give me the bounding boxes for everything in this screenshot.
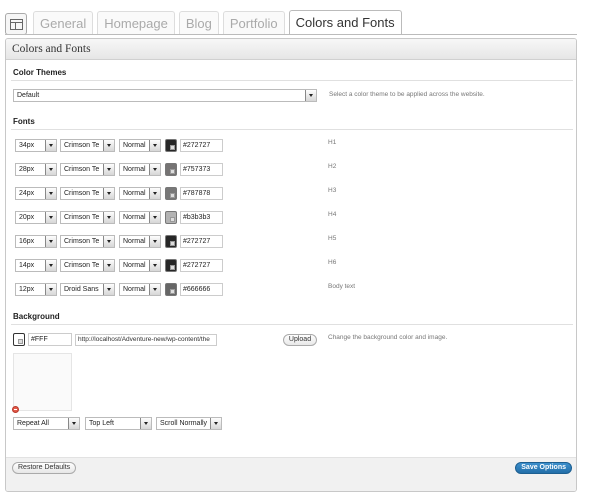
tab-portfolio[interactable]: Portfolio [222,11,285,35]
color-hex-input[interactable]: #272727 [180,235,223,248]
tabs-divider [5,34,577,35]
fonts-heading: Fonts [13,117,35,126]
dropdown-arrow-icon [149,284,160,295]
tab-blog[interactable]: Blog [178,11,219,35]
color-hex-input[interactable]: #272727 [180,139,223,152]
font-row-label: H4 [328,211,337,218]
save-options-button[interactable]: Save Options [515,462,572,474]
dropdown-arrow-icon [149,236,160,247]
color-theme-description: Select a color theme to be applied acros… [329,91,485,98]
font-weight-select[interactable]: Normal [119,283,161,296]
theme-options-icon [5,13,27,35]
font-row-label: H2 [328,163,337,170]
font-size-select[interactable]: 20px [15,211,57,224]
font-row-label: H1 [328,139,337,146]
dropdown-arrow-icon [45,140,56,151]
divider [11,129,573,130]
font-size-select[interactable]: 24px [15,187,57,200]
dropdown-arrow-icon [149,212,160,223]
color-theme-select[interactable]: Default [13,89,317,102]
font-row-label: H5 [328,235,337,242]
font-weight-select[interactable]: Normal [119,163,161,176]
background-color-input[interactable]: #FFF [28,333,72,346]
dropdown-arrow-icon [103,140,114,151]
dropdown-arrow-icon [103,212,114,223]
font-family-select[interactable]: Crimson Te [60,259,115,272]
dropdown-arrow-icon [103,260,114,271]
dropdown-arrow-icon [103,284,114,295]
panel-footer: Restore Defaults Save Options [6,457,576,491]
font-family-select[interactable]: Crimson Te [60,163,115,176]
background-attachment-select[interactable]: Scroll Normally [156,417,222,430]
divider [11,80,573,81]
remove-image-icon[interactable] [12,406,19,413]
dropdown-arrow-icon [45,284,56,295]
dropdown-arrow-icon [68,418,79,429]
color-theme-value: Default [17,92,40,99]
dropdown-arrow-icon [45,188,56,199]
color-swatch[interactable] [165,235,177,248]
font-family-select[interactable]: Droid Sans [60,283,115,296]
font-row-label: H6 [328,259,337,266]
dropdown-arrow-icon [210,418,221,429]
color-themes-heading: Color Themes [13,68,67,77]
dropdown-arrow-icon [140,418,151,429]
background-description: Change the background color and image. [328,334,448,341]
color-swatch[interactable] [165,211,177,224]
color-hex-input[interactable]: #666666 [180,283,223,296]
color-hex-input[interactable]: #757373 [180,163,223,176]
color-hex-input[interactable]: #b3b3b3 [180,211,223,224]
font-size-select[interactable]: 14px [15,259,57,272]
options-panel: Colors and Fonts Color Themes Default Se… [5,38,577,492]
dropdown-arrow-icon [149,140,160,151]
color-swatch[interactable] [165,163,177,176]
font-weight-select[interactable]: Normal [119,235,161,248]
font-weight-select[interactable]: Normal [119,187,161,200]
dropdown-arrow-icon [149,164,160,175]
dropdown-arrow-icon [305,90,316,101]
dropdown-arrow-icon [45,164,56,175]
font-row-label: H3 [328,187,337,194]
dropdown-arrow-icon [45,260,56,271]
background-repeat-select[interactable]: Repeat All [13,417,80,430]
background-heading: Background [13,312,60,321]
font-size-select[interactable]: 34px [15,139,57,152]
dropdown-arrow-icon [149,260,160,271]
dropdown-arrow-icon [103,188,114,199]
divider [11,324,573,325]
font-family-select[interactable]: Crimson Te [60,235,115,248]
panel-title: Colors and Fonts [6,39,576,60]
font-weight-select[interactable]: Normal [119,259,161,272]
font-weight-select[interactable]: Normal [119,211,161,224]
color-swatch[interactable] [165,187,177,200]
settings-tabs: General Homepage Blog Portfolio Colors a… [5,10,406,35]
dropdown-arrow-icon [45,212,56,223]
font-family-select[interactable]: Crimson Te [60,187,115,200]
dropdown-arrow-icon [149,188,160,199]
background-color-swatch[interactable] [13,333,25,346]
upload-button[interactable]: Upload [283,334,317,346]
color-swatch[interactable] [165,283,177,296]
color-hex-input[interactable]: #787878 [180,187,223,200]
font-size-select[interactable]: 12px [15,283,57,296]
color-swatch[interactable] [165,139,177,152]
dropdown-arrow-icon [103,164,114,175]
font-size-select[interactable]: 16px [15,235,57,248]
tab-general[interactable]: General [33,11,94,35]
font-family-select[interactable]: Crimson Te [60,139,115,152]
font-size-select[interactable]: 28px [15,163,57,176]
color-hex-input[interactable]: #272727 [180,259,223,272]
font-family-select[interactable]: Crimson Te [60,211,115,224]
font-weight-select[interactable]: Normal [119,139,161,152]
tab-colors-and-fonts[interactable]: Colors and Fonts [288,10,402,35]
restore-defaults-button[interactable]: Restore Defaults [12,462,77,474]
background-position-select[interactable]: Top Left [85,417,152,430]
tab-homepage[interactable]: Homepage [97,11,175,35]
background-image-url-input[interactable]: http://localhost/Adventure-new/wp-conten… [75,334,217,346]
font-row-label: Body text [328,283,356,290]
background-image-preview [13,353,72,411]
dropdown-arrow-icon [103,236,114,247]
color-swatch[interactable] [165,259,177,272]
dropdown-arrow-icon [45,236,56,247]
